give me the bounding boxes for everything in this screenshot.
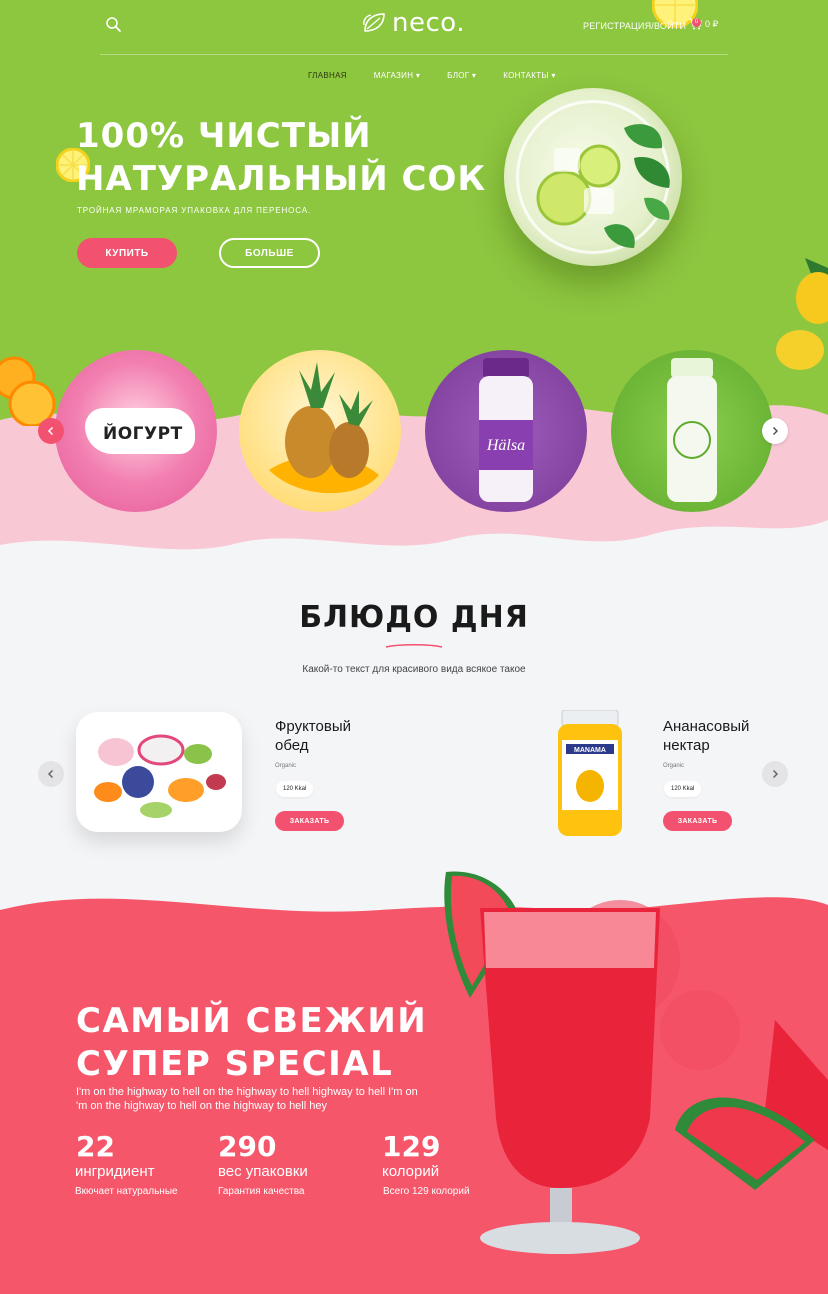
login-register-link[interactable]: РЕГИСТРАЦИЯ/ВОЙТИ xyxy=(583,21,686,31)
green-bottle-image xyxy=(667,358,717,502)
leaf-icon xyxy=(363,13,385,32)
product-kcal: 120 Kkal xyxy=(664,781,702,797)
title-underline xyxy=(385,644,443,648)
hero-subtitle: ТРОЙНАЯ МРАМОРАЯ УПАКОВКА ДЛЯ ПЕРЕНОСА. xyxy=(77,206,312,215)
buy-button[interactable]: КУПИТЬ xyxy=(77,238,177,268)
stat-weight-label: вес упаковки xyxy=(218,1163,308,1180)
fruit-plate-image xyxy=(76,712,242,832)
dish-next-button[interactable] xyxy=(762,761,788,787)
nav-item-home[interactable]: ГЛАВНАЯ xyxy=(308,71,347,80)
stat-ingredients-value: 22 xyxy=(76,1130,115,1163)
stat-weight-value: 290 xyxy=(218,1130,277,1163)
nav-item-blog[interactable]: БЛОГ ▾ xyxy=(447,71,476,80)
fruit-plate-contents xyxy=(94,734,226,818)
category-dairyfree-green[interactable] xyxy=(611,350,773,512)
nav-item-shop[interactable]: МАГАЗИН ▾ xyxy=(374,71,420,80)
special-title: САМЫЙ СВЕЖИЙ СУПЕР SPECIAL xyxy=(76,1000,427,1086)
product-name-line2: нектар xyxy=(663,737,710,754)
dish-prev-button[interactable] xyxy=(38,761,64,787)
dish-of-day-subtitle: Какой-то текст для красивого вида всякое… xyxy=(302,664,526,675)
special-text-line1: I'm on the highway to hell on the highwa… xyxy=(76,1086,418,1098)
category-dairyfree-grape[interactable]: Hälsa xyxy=(425,350,587,512)
lemons-decor xyxy=(776,258,828,370)
more-button[interactable]: БОЛЬШЕ xyxy=(219,238,320,268)
product-name-line2: обед xyxy=(275,737,309,754)
pineapple-image xyxy=(269,362,379,494)
halsa-bottle-image: Hälsa xyxy=(479,358,533,502)
stat-weight-desc: Гарантия качества xyxy=(218,1186,305,1197)
svg-text:MANAMA: MANAMA xyxy=(574,747,606,754)
dish-of-day-title: БЛЮДО ДНЯ xyxy=(299,600,529,635)
svg-text:Hälsa: Hälsa xyxy=(486,437,525,454)
site-logo[interactable]: neco. xyxy=(362,8,465,38)
categories-prev-button[interactable] xyxy=(38,418,64,444)
logo-text: neco. xyxy=(392,8,465,38)
categories-next-button[interactable] xyxy=(762,418,788,444)
special-title-line2: СУПЕР SPECIAL xyxy=(76,1044,394,1084)
special-text-line2: 'm on the highway to hell on the highway… xyxy=(76,1100,327,1112)
mojito-contents xyxy=(536,124,670,248)
stat-calories-value: 129 xyxy=(382,1130,441,1163)
chevron-right-icon xyxy=(772,769,779,779)
stat-calories-label: колорий xyxy=(382,1163,440,1180)
cart-total: 0 ₽ xyxy=(705,18,719,29)
product-kcal: 120 Kkal xyxy=(276,781,314,797)
product-name-pineapple-nectar: Ананасовый нектар xyxy=(663,717,749,755)
mojito-glass-image xyxy=(504,88,682,266)
category-yogurt-label: ЙОГУРТ xyxy=(103,424,183,444)
product-name-line1: Ананасовый xyxy=(663,718,750,735)
chevron-left-icon xyxy=(47,769,54,779)
hero-title-line2: НАТУРАЛЬНЫЙ СОК xyxy=(76,159,487,199)
header-divider xyxy=(100,54,728,55)
chevron-right-icon xyxy=(772,426,779,436)
category-yogurt[interactable]: ЙОГУРТ xyxy=(55,350,217,512)
product-name-fruit-lunch: Фруктовый обед xyxy=(275,717,351,755)
product-tag: Organic xyxy=(275,763,297,769)
category-pineapple[interactable] xyxy=(239,350,401,512)
product-tag: Organic xyxy=(663,763,685,769)
hero-title-line1: 100% ЧИСТЫЙ xyxy=(76,116,372,156)
special-description: I'm on the highway to hell on the highwa… xyxy=(76,1085,446,1113)
hero-title: 100% ЧИСТЫЙ НАТУРАЛЬНЫЙ СОК xyxy=(76,115,486,201)
cart-count-badge: 0 xyxy=(692,18,701,27)
chevron-left-icon xyxy=(47,426,54,436)
orange-slices-decor xyxy=(0,356,56,426)
pineapple-jar-image: MANAMA xyxy=(558,710,622,836)
special-title-line1: САМЫЙ СВЕЖИЙ xyxy=(76,1001,428,1041)
search-icon[interactable] xyxy=(104,15,124,35)
stat-ingredients-desc: Вкючает натуральные xyxy=(75,1186,178,1197)
stat-ingredients-label: ингридиент xyxy=(75,1163,155,1180)
stat-calories-desc: Всего 129 колорий xyxy=(383,1186,470,1197)
product-name-line1: Фруктовый xyxy=(275,718,351,735)
nav-item-contacts[interactable]: КОНТАКТЫ ▾ xyxy=(503,71,555,80)
order-button-fruit-lunch[interactable]: ЗАКАЗАТЬ xyxy=(275,811,344,831)
watermelon-slices-decor xyxy=(675,1020,828,1190)
order-button-pineapple-nectar[interactable]: ЗАКАЗАТЬ xyxy=(663,811,732,831)
main-nav: ГЛАВНАЯ МАГАЗИН ▾ БЛОГ ▾ КОНТАКТЫ ▾ xyxy=(308,71,583,80)
